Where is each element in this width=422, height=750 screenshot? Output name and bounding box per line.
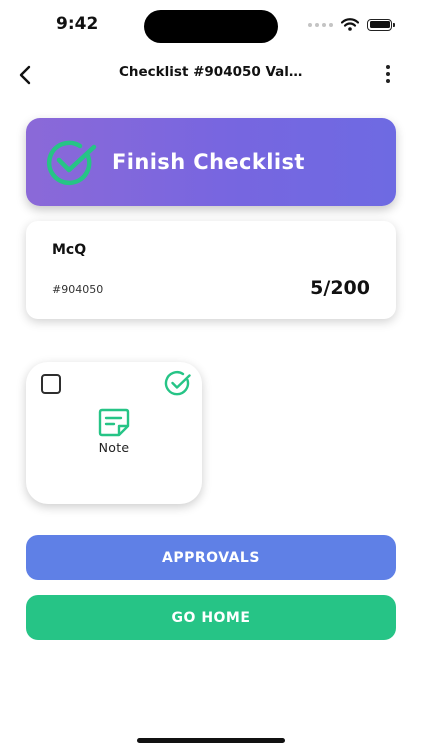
status-icons (308, 18, 395, 31)
check-circle-icon (164, 371, 191, 396)
checklist-name: McQ (52, 242, 87, 258)
finish-checklist-button[interactable]: Finish Checklist (26, 118, 396, 206)
battery-icon (367, 18, 395, 31)
status-time: 9:42 (56, 14, 99, 34)
more-vertical-icon (386, 65, 390, 69)
finish-checklist-label: Finish Checklist (112, 150, 305, 174)
back-button[interactable] (12, 62, 38, 88)
wifi-icon (341, 18, 359, 31)
note-item-tile[interactable]: Note (26, 362, 202, 504)
go-home-button[interactable]: GO HOME (26, 595, 396, 640)
checklist-id: #904050 (52, 283, 104, 296)
check-circle-icon (46, 140, 97, 186)
signal-dots-icon (308, 22, 333, 27)
checklist-info-card: McQ #904050 5/200 (26, 221, 396, 319)
progress-count: 5/200 (310, 277, 370, 299)
chevron-left-icon (19, 65, 31, 85)
sticky-note-icon (98, 408, 130, 437)
dynamic-island (144, 10, 278, 43)
page-title: Checklist #904050 Vali... (119, 64, 307, 80)
note-checkbox[interactable] (41, 374, 61, 394)
home-indicator (137, 738, 285, 743)
note-label: Note (98, 440, 130, 455)
more-options-button[interactable] (380, 62, 396, 86)
approvals-button[interactable]: APPROVALS (26, 535, 396, 580)
